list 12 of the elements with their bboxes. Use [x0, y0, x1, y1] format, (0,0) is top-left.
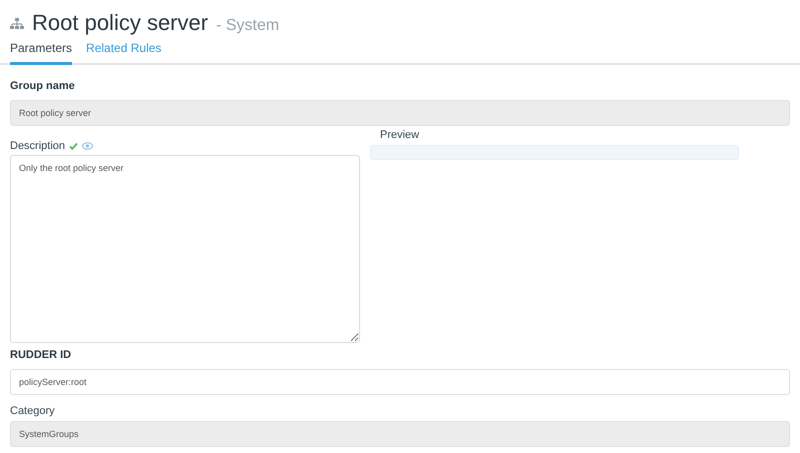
description-field[interactable]: Only the root policy server	[10, 155, 360, 343]
field-label: Description	[10, 138, 66, 154]
tab[interactable]: Parameters	[10, 37, 72, 65]
rudder-id-field[interactable]: policyServer:root	[10, 368, 790, 394]
page-title: Root policy server	[32, 9, 208, 37]
sitemap-icon	[10, 18, 24, 30]
preview-label: Preview	[380, 128, 420, 142]
page-subtitle: - System	[216, 16, 280, 36]
eye-icon[interactable]	[82, 142, 94, 150]
field-label: Category	[10, 404, 56, 418]
field-label: RUDDER ID	[10, 348, 72, 363]
field-label: Group name	[10, 79, 76, 94]
